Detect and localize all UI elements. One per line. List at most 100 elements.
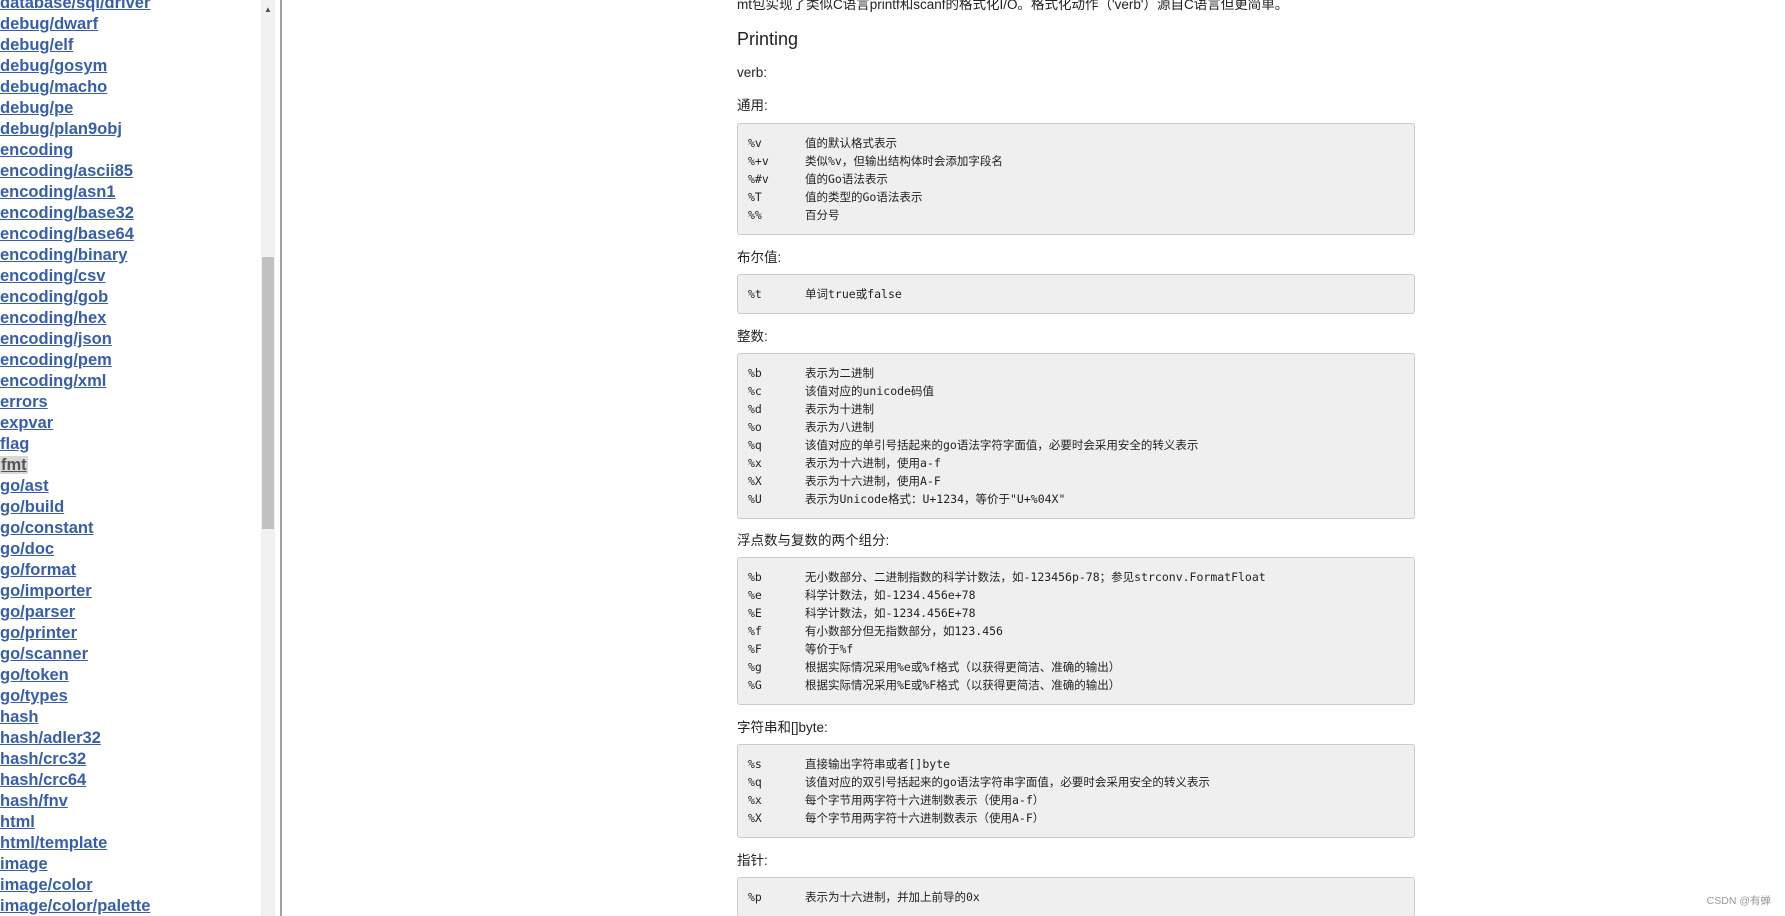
package-link[interactable]: encoding/hex — [0, 309, 106, 327]
package-link[interactable]: fmt — [0, 456, 28, 474]
verb-row: %p 表示为十六进制，并加上前导的0x — [748, 888, 1404, 906]
package-list-item: debug/elf — [0, 35, 256, 56]
verb-row: %t 单词true或false — [748, 285, 1404, 303]
verb-code: %x — [748, 456, 762, 470]
package-link[interactable]: flag — [0, 435, 29, 453]
package-link[interactable]: encoding/xml — [0, 372, 106, 390]
package-link[interactable]: encoding/csv — [0, 267, 105, 285]
package-link[interactable]: encoding/base32 — [0, 204, 134, 222]
verb-description: 值的类型的Go语法表示 — [805, 190, 923, 204]
package-link[interactable]: go/format — [0, 561, 76, 579]
verb-description: 单词true或false — [805, 287, 902, 301]
package-link[interactable]: go/types — [0, 687, 68, 705]
verb-description: 表示为十六进制，使用A-F — [805, 474, 941, 488]
verb-code: %f — [748, 624, 762, 638]
package-list-item: encoding/base32 — [0, 203, 256, 224]
package-list-item: encoding/pem — [0, 350, 256, 371]
package-link[interactable]: encoding/binary — [0, 246, 127, 264]
package-list-item: hash/crc64 — [0, 770, 256, 791]
verb-row: %f 有小数部分但无指数部分，如123.456 — [748, 622, 1404, 640]
package-list-item: image/color — [0, 875, 256, 896]
package-link[interactable]: image/color — [0, 876, 93, 894]
package-link[interactable]: debug/elf — [0, 36, 73, 54]
package-link[interactable]: image — [0, 855, 48, 873]
package-link[interactable]: database/sql/driver — [0, 0, 150, 12]
package-link[interactable]: encoding/json — [0, 330, 112, 348]
verb-row: %U 表示为Unicode格式：U+1234，等价于"U+%04X" — [748, 490, 1404, 508]
package-link[interactable]: go/parser — [0, 603, 75, 621]
package-link[interactable]: hash/adler32 — [0, 729, 101, 747]
package-link[interactable]: hash/crc32 — [0, 750, 86, 768]
package-list-item: html/template — [0, 833, 256, 854]
verb-code: %b — [748, 570, 762, 584]
scrollbar-thumb[interactable] — [262, 257, 274, 529]
package-link[interactable]: errors — [0, 393, 48, 411]
verb-description: 每个字节用两字符十六进制数表示（使用A-F） — [805, 811, 1045, 825]
package-link[interactable]: html/template — [0, 834, 107, 852]
verb-code: %E — [748, 606, 762, 620]
package-link[interactable]: debug/gosym — [0, 57, 107, 75]
package-link[interactable]: go/constant — [0, 519, 94, 537]
package-link[interactable]: encoding — [0, 141, 73, 159]
code-block: %s 直接输出字符串或者[]byte %q 该值对应的双引号括起来的go语法字符串字面… — [737, 744, 1415, 838]
verb-code: %d — [748, 402, 762, 416]
package-link[interactable]: expvar — [0, 414, 53, 432]
package-list-item: encoding/hex — [0, 308, 256, 329]
section-label: 通用: — [737, 98, 768, 113]
verb-row: %X 每个字节用两字符十六进制数表示（使用A-F） — [748, 809, 1404, 827]
verb-code: %X — [748, 811, 762, 825]
package-list-item: encoding/xml — [0, 371, 256, 392]
package-list-item: go/doc — [0, 539, 256, 560]
verb-description: 直接输出字符串或者[]byte — [805, 757, 951, 771]
verb-row: %c 该值对应的unicode码值 — [748, 382, 1404, 400]
package-link[interactable]: go/importer — [0, 582, 92, 600]
verb-description: 表示为二进制 — [805, 366, 874, 380]
package-link[interactable]: encoding/base64 — [0, 225, 134, 243]
package-link[interactable]: go/ast — [0, 477, 49, 495]
verb-description: 根据实际情况采用%E或%F格式（以获得更简洁、准确的输出） — [805, 678, 1121, 692]
package-link[interactable]: debug/macho — [0, 78, 107, 96]
verb-code: %c — [748, 384, 762, 398]
verb-description: 表示为十六进制，并加上前导的0x — [805, 890, 980, 904]
sidebar-scrollbar[interactable]: ▲ — [261, 0, 275, 916]
package-link[interactable]: hash/crc64 — [0, 771, 86, 789]
code-block: %b 无小数部分、二进制指数的科学计数法，如-123456p-78；参见strco… — [737, 557, 1415, 705]
package-sidebar: database/sql/driver debug/dwarf debug/elf d… — [0, 0, 278, 916]
package-list-item: errors — [0, 392, 256, 413]
package-link[interactable]: encoding/pem — [0, 351, 112, 369]
package-link[interactable]: go/build — [0, 498, 64, 516]
code-block: %p 表示为十六进制，并加上前导的0x — [737, 877, 1415, 916]
package-list-item: debug/pe — [0, 98, 256, 119]
verb-row: %g 根据实际情况采用%e或%f格式（以获得更简洁、准确的输出） — [748, 658, 1404, 676]
verb-description: 百分号 — [805, 208, 840, 222]
package-link[interactable]: encoding/gob — [0, 288, 108, 306]
verb-row: %#v 值的Go语法表示 — [748, 170, 1404, 188]
package-list-item: go/ast — [0, 476, 256, 497]
package-link[interactable]: go/printer — [0, 624, 77, 642]
package-link[interactable]: debug/dwarf — [0, 15, 98, 33]
verb-label: verb: — [737, 65, 768, 80]
package-list-item: encoding/asn1 — [0, 182, 256, 203]
package-link[interactable]: html — [0, 813, 35, 831]
package-list-item: encoding — [0, 140, 256, 161]
package-link[interactable]: image/color/palette — [0, 897, 150, 915]
package-list-item: database/sql/driver — [0, 0, 256, 14]
package-link[interactable]: debug/pe — [0, 99, 73, 117]
package-link[interactable]: go/token — [0, 666, 69, 684]
package-list-item: go/constant — [0, 518, 256, 539]
verb-code: %x — [748, 793, 762, 807]
verb-code: %s — [748, 757, 762, 771]
package-list-item: hash/adler32 — [0, 728, 256, 749]
package-list-item: encoding/binary — [0, 245, 256, 266]
package-link[interactable]: encoding/ascii85 — [0, 162, 133, 180]
package-link[interactable]: go/doc — [0, 540, 54, 558]
package-link[interactable]: encoding/asn1 — [0, 183, 116, 201]
verb-code: %g — [748, 660, 762, 674]
package-list-item: image — [0, 854, 256, 875]
scroll-up-arrow-icon[interactable]: ▲ — [261, 0, 275, 17]
package-link[interactable]: hash — [0, 708, 39, 726]
verb-description: 科学计数法，如-1234.456E+78 — [805, 606, 976, 620]
package-link[interactable]: hash/fnv — [0, 792, 68, 810]
package-link[interactable]: debug/plan9obj — [0, 120, 122, 138]
package-link[interactable]: go/scanner — [0, 645, 88, 663]
